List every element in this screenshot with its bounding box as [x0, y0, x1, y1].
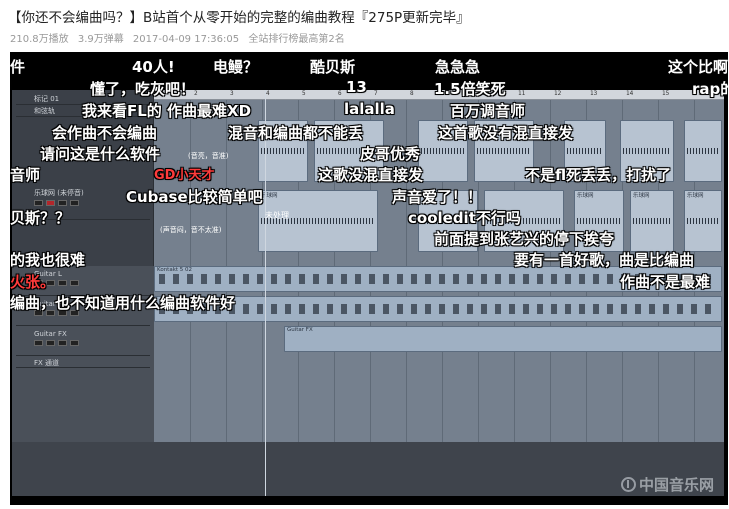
danmaku-comment: rap的 — [692, 80, 728, 98]
danmaku-comment: Cubase比较简单吧 — [126, 188, 263, 206]
video-title: 【你还不会编曲吗？】B站首个从零开始的完整的编曲教程『275P更新完毕』 — [8, 10, 470, 26]
track-guitar-fx: Guitar FX — [16, 328, 150, 356]
danmaku-comment: 编曲，也不知道用什么编曲软件好 — [10, 294, 236, 312]
danmaku-comment: 我来看FL的 作曲最难XD — [82, 102, 252, 120]
note-sound-dull: (声音闷，音不太准) — [160, 226, 222, 234]
note-sound-bright: (音亮，音准) — [188, 152, 229, 160]
danmaku-comment-highlight: 火张。 — [10, 273, 56, 291]
track-fx-channel: FX 通道 — [16, 356, 150, 368]
video-player[interactable]: 标记 01 和弦轨 乐球网 (未停音) Guitar L Guitar R Gu… — [10, 52, 728, 505]
danmaku-comment: 要有一首好歌，曲是比编曲 — [514, 251, 695, 269]
danmaku-comment-highlight: GD小天才 — [154, 168, 215, 183]
danmaku-comment: 酷贝斯 — [310, 58, 356, 76]
midi-clip-guitar-fx: Guitar FX — [284, 326, 722, 352]
daw-footer — [12, 442, 724, 496]
danmaku-comment: 请问这是什么软件 — [40, 145, 161, 163]
danmaku-comment: 这个比啊 — [668, 58, 728, 76]
danmaku-comment: 件 — [10, 58, 26, 76]
danmaku-comment: 不是fl死丢丢，打扰了 — [525, 166, 672, 184]
audio-clip: 乐球网 — [684, 190, 722, 252]
danmaku-comment: 作曲不是最难 — [620, 273, 711, 291]
danmaku-comment: 声音爱了！！ — [392, 188, 483, 206]
danmaku-comment: 混音和编曲都不能丢 — [228, 124, 364, 142]
danmaku-comment: 会作曲不会编曲 — [52, 124, 158, 142]
ranking-badge: 全站排行榜最高第2名 — [248, 34, 345, 45]
danmaku-comment: 1.5倍笑死 — [434, 80, 506, 98]
audio-clip: 乐球网 — [630, 190, 674, 252]
danmaku-comment: 的我也很难 — [10, 251, 86, 269]
danmaku-comment: 前面提到张艺兴的停下挨夸 — [434, 230, 615, 248]
danmaku-comment: 皮哥优秀 — [360, 145, 421, 163]
danmaku-comment: 13 — [346, 78, 367, 96]
danmaku-comment: cooledit不行吗 — [408, 209, 521, 227]
danmaku-comment: 这首歌没有混直接发 — [438, 124, 574, 142]
playhead — [265, 90, 266, 496]
publish-date: 2017-04-09 17:36:05 — [132, 34, 240, 45]
danmaku-comment: lalalla — [344, 100, 395, 118]
note-unprocessed: 未处理 — [265, 211, 289, 220]
music-note-icon — [620, 477, 636, 492]
danmaku-comment: 急急急 — [435, 58, 481, 76]
danmaku-comment: 贝斯？？ — [10, 209, 71, 227]
danmaku-comment: 百万调音师 — [450, 102, 526, 120]
midi-clip — [154, 296, 722, 322]
danmaku-comment: 音师 — [10, 166, 41, 184]
audio-clip: 乐球网 — [258, 190, 378, 252]
video-meta: 210.8万播放 3.9万弹幕 2017-04-09 17:36:05 全站排行… — [10, 30, 351, 45]
danmaku-count: 3.9万弹幕 — [77, 34, 124, 45]
audio-clip — [684, 120, 722, 182]
danmaku-comment: 懂了，吃灰吧！ — [90, 80, 196, 98]
danmaku-comment: 这歌没混直接发 — [318, 166, 424, 184]
site-watermark: 中国音乐网 — [620, 474, 714, 495]
danmaku-comment: 电鳗？ — [213, 58, 259, 76]
danmaku-comment: 40人! — [132, 58, 175, 76]
play-count: 210.8万播放 — [10, 34, 69, 45]
